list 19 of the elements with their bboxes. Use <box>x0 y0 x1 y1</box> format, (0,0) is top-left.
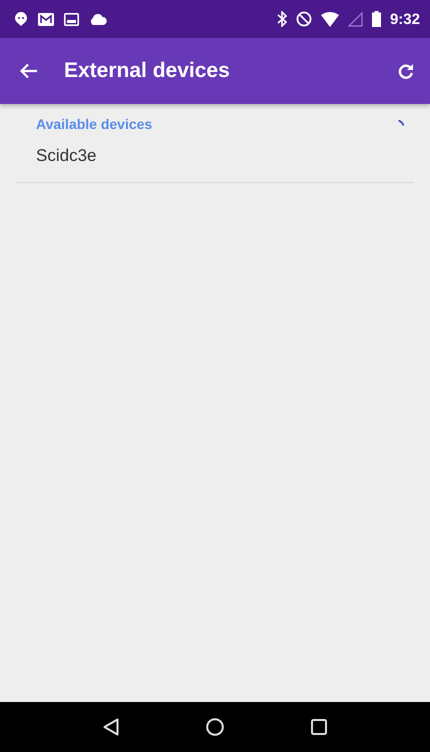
wifi-icon <box>320 12 339 26</box>
cloud-icon <box>89 13 107 25</box>
chat-icon <box>14 11 28 27</box>
screen-title: External devices <box>64 59 231 83</box>
device-list-item[interactable]: Scidc3e <box>16 132 414 183</box>
section-header: Available devices <box>36 116 152 132</box>
loading-spinner-icon <box>398 120 404 126</box>
bluetooth-icon <box>276 11 287 27</box>
image-icon <box>64 12 79 26</box>
signal-icon <box>348 12 363 26</box>
mail-icon <box>38 12 54 26</box>
do-not-disturb-icon <box>296 11 312 27</box>
refresh-icon <box>398 63 414 79</box>
clock-time: 9:32 <box>390 10 420 28</box>
recent-apps-icon[interactable] <box>310 719 327 735</box>
battery-icon <box>372 11 381 27</box>
home-icon[interactable] <box>206 718 224 736</box>
back-arrow-icon <box>20 63 38 79</box>
back-icon[interactable] <box>103 718 120 736</box>
